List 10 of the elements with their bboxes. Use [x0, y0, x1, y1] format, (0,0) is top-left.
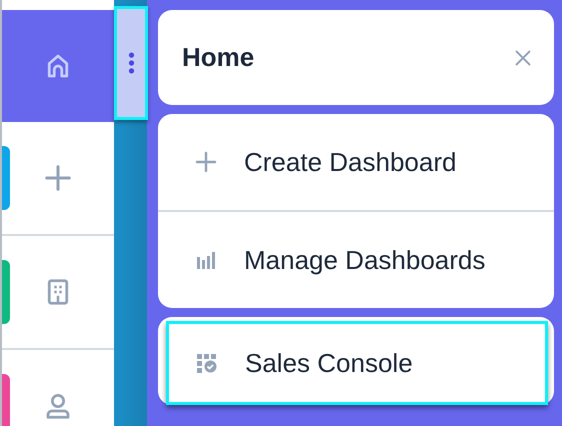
drag-handle[interactable] [114, 6, 148, 120]
dots-icon [128, 51, 134, 75]
menu-item[interactable]: Sales Console [166, 321, 548, 405]
rail-button[interactable] [2, 10, 114, 122]
menu-item[interactable]: Create Dashboard [158, 114, 554, 210]
plus-icon [43, 163, 73, 193]
panel-title: Home [182, 42, 254, 73]
menu-item[interactable]: Manage Dashboards [158, 212, 554, 308]
grid-check-icon [195, 351, 219, 375]
plus-icon [194, 150, 218, 174]
